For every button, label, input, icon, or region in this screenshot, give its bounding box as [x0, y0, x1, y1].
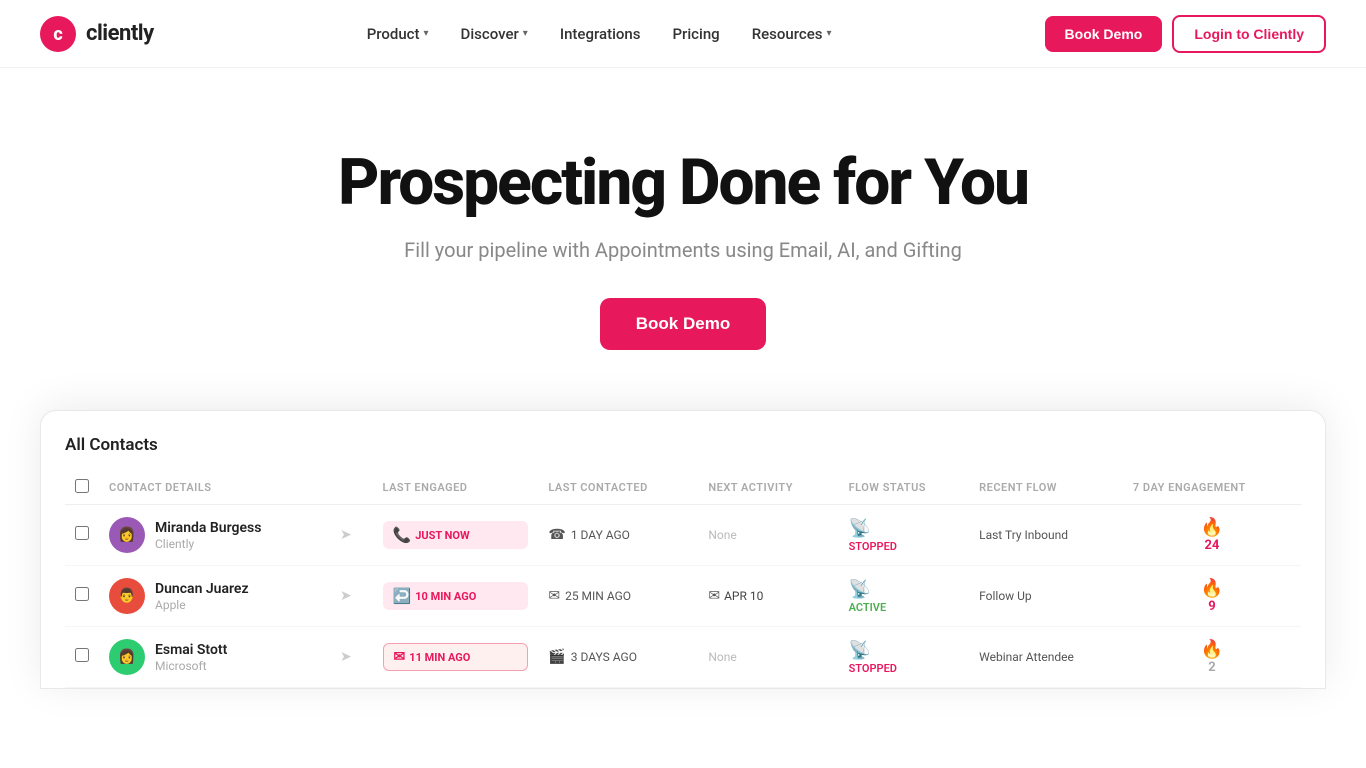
send-icon: ➤ — [340, 649, 352, 665]
select-all-checkbox[interactable] — [75, 479, 89, 493]
hero-cta-button[interactable]: Book Demo — [600, 298, 766, 350]
row-checkbox[interactable] — [75, 526, 89, 540]
book-demo-button[interactable]: Book Demo — [1045, 16, 1163, 52]
next-activity-cell: None — [698, 627, 838, 688]
send-icon: ➤ — [340, 588, 352, 604]
avatar: 👨 — [109, 578, 145, 614]
last-contacted-cell: ✉25 MIN AGO — [538, 566, 698, 627]
engagement-score: 2 — [1208, 660, 1215, 675]
contact-name: Miranda Burgess — [155, 520, 261, 536]
row-checkbox[interactable] — [75, 648, 89, 662]
dashboard-title: All Contacts — [65, 435, 1301, 455]
engagement-fire-icon: 🔥 — [1201, 639, 1223, 660]
next-activity-cell: ✉APR 10 — [698, 566, 838, 627]
avatar: 👩 — [109, 517, 145, 553]
engagement-cell: 🔥 2 — [1123, 627, 1301, 688]
recent-flow-label: Webinar Attendee — [979, 650, 1074, 664]
col-checkbox — [65, 471, 99, 505]
contact-name: Duncan Juarez — [155, 581, 249, 597]
nav-item-integrations[interactable]: Integrations — [546, 17, 655, 51]
last-engaged-cell: 📞JUST NOW — [373, 505, 539, 566]
engagement-fire-icon: 🔥 — [1201, 578, 1223, 599]
send-icon-cell: ➤ — [330, 627, 373, 688]
avatar: 👩 — [109, 639, 145, 675]
contact-cell: 👨 Duncan Juarez Apple — [99, 566, 330, 627]
login-button[interactable]: Login to Cliently — [1172, 15, 1326, 53]
col-last-engaged: LAST ENGAGED — [373, 471, 539, 505]
recent-flow-label: Last Try Inbound — [979, 528, 1068, 542]
recent-flow-cell: Last Try Inbound — [969, 505, 1123, 566]
recent-flow-cell: Webinar Attendee — [969, 627, 1123, 688]
nav-links: Product ▾ Discover ▾ Integrations Pricin… — [353, 17, 846, 51]
navbar: c cliently Product ▾ Discover ▾ Integrat… — [0, 0, 1366, 68]
svg-text:c: c — [53, 24, 62, 45]
col-next-activity: NEXT ACTIVITY — [698, 471, 838, 505]
col-flow-status: FLOW STATUS — [839, 471, 970, 505]
hero-subheading: Fill your pipeline with Appointments usi… — [20, 238, 1346, 262]
engagement-cell: 🔥 24 — [1123, 505, 1301, 566]
last-contacted-cell: 🎬3 DAYS AGO — [538, 627, 698, 688]
contact-company: Cliently — [155, 537, 261, 551]
contact-cell: 👩 Miranda Burgess Cliently — [99, 505, 330, 566]
row-checkbox-cell — [65, 627, 99, 688]
last-contacted-label: 1 DAY AGO — [571, 528, 630, 542]
col-engagement: 7 DAY ENGAGEMENT — [1123, 471, 1301, 505]
chevron-down-icon: ▾ — [523, 28, 528, 39]
send-icon-cell: ➤ — [330, 566, 373, 627]
engagement-score: 24 — [1204, 538, 1219, 553]
col-recent-flow: RECENT FLOW — [969, 471, 1123, 505]
contact-cell: 👩 Esmai Stott Microsoft — [99, 627, 330, 688]
dashboard-preview: All Contacts CONTACT DETAILS LAST ENGAGE… — [40, 410, 1326, 689]
col-last-contacted: LAST CONTACTED — [538, 471, 698, 505]
last-contacted-label: 3 DAYS AGO — [571, 650, 637, 664]
logo[interactable]: c cliently — [40, 16, 154, 52]
chevron-down-icon: ▾ — [827, 28, 832, 39]
chevron-down-icon: ▾ — [424, 28, 429, 39]
row-checkbox-cell — [65, 505, 99, 566]
hero-heading: Prospecting Done for You — [20, 148, 1346, 218]
last-engaged-cell: ↩️10 MIN AGO — [373, 566, 539, 627]
engagement-fire-icon: 🔥 — [1201, 517, 1223, 538]
nav-item-pricing[interactable]: Pricing — [658, 17, 733, 51]
send-icon-cell: ➤ — [330, 505, 373, 566]
flow-status-cell: 📡 ACTIVE — [839, 566, 970, 627]
nav-item-resources[interactable]: Resources ▾ — [738, 17, 846, 51]
send-icon: ➤ — [340, 527, 352, 543]
hero-section: Prospecting Done for You Fill your pipel… — [0, 68, 1366, 410]
table-row: 👩 Miranda Burgess Cliently ➤ 📞JUST NOW ☎… — [65, 505, 1301, 566]
last-engaged-cell: ✉11 MIN AGO — [373, 627, 539, 688]
nav-item-discover[interactable]: Discover ▾ — [447, 17, 542, 51]
contact-company: Microsoft — [155, 659, 227, 673]
flow-status-cell: 📡 STOPPED — [839, 505, 970, 566]
row-checkbox[interactable] — [75, 587, 89, 601]
contact-company: Apple — [155, 598, 249, 612]
recent-flow-label: Follow Up — [979, 589, 1032, 603]
logo-icon: c — [40, 16, 76, 52]
contacts-table: CONTACT DETAILS LAST ENGAGED LAST CONTAC… — [65, 471, 1301, 688]
table-row: 👩 Esmai Stott Microsoft ➤ ✉11 MIN AGO 🎬3… — [65, 627, 1301, 688]
nav-item-product[interactable]: Product ▾ — [353, 17, 443, 51]
engagement-score: 9 — [1208, 599, 1215, 614]
recent-flow-cell: Follow Up — [969, 566, 1123, 627]
contact-name: Esmai Stott — [155, 642, 227, 658]
flow-status-cell: 📡 STOPPED — [839, 627, 970, 688]
engagement-cell: 🔥 9 — [1123, 566, 1301, 627]
row-checkbox-cell — [65, 566, 99, 627]
last-contacted-label: 25 MIN AGO — [565, 589, 631, 603]
last-contacted-cell: ☎1 DAY AGO — [538, 505, 698, 566]
col-contact-details: CONTACT DETAILS — [99, 471, 373, 505]
table-row: 👨 Duncan Juarez Apple ➤ ↩️10 MIN AGO ✉25… — [65, 566, 1301, 627]
logo-text: cliently — [86, 21, 154, 46]
nav-actions: Book Demo Login to Cliently — [1045, 15, 1326, 53]
next-activity-cell: None — [698, 505, 838, 566]
